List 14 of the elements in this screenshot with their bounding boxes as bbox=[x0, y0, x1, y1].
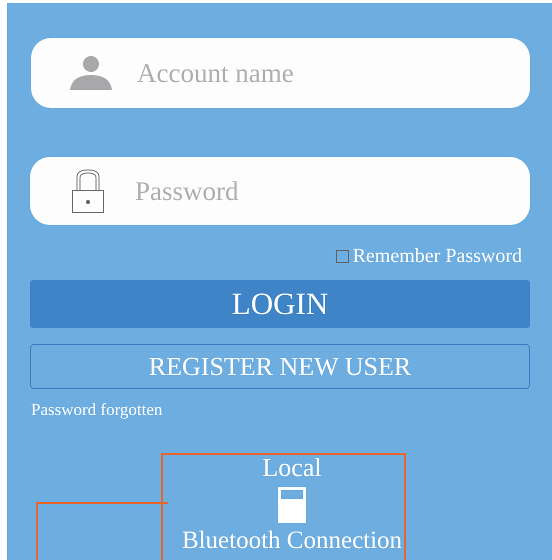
local-label: Local bbox=[262, 453, 322, 483]
lock-icon bbox=[72, 169, 104, 213]
password-forgotten-link[interactable]: Password forgotten bbox=[31, 400, 162, 420]
bluetooth-connection-label: Bluetooth Connection bbox=[182, 527, 402, 555]
user-icon bbox=[69, 56, 113, 90]
account-name-input[interactable]: Account name bbox=[137, 58, 530, 88]
device-icon bbox=[278, 487, 306, 523]
login-button[interactable]: LOGIN bbox=[30, 280, 530, 328]
password-input[interactable]: Password bbox=[135, 176, 530, 206]
remember-checkbox[interactable] bbox=[336, 250, 349, 263]
register-button[interactable]: REGISTER NEW USER bbox=[30, 344, 530, 389]
remember-password-label: Remember Password bbox=[352, 245, 522, 268]
password-field[interactable]: Password bbox=[30, 157, 530, 225]
account-name-field[interactable]: Account name bbox=[31, 38, 530, 108]
